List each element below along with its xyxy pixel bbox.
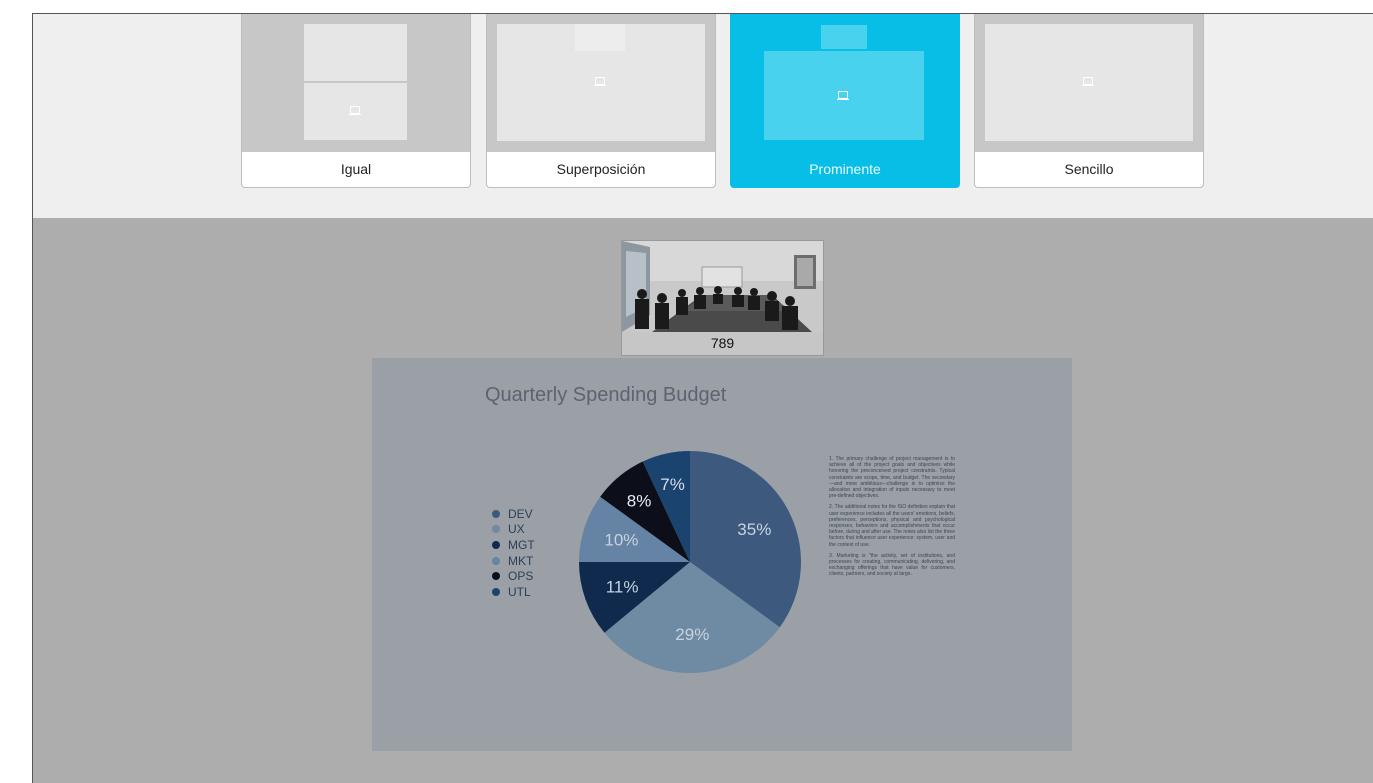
pie-label: 11% xyxy=(606,577,639,596)
slide-note: 3. Marketing is "the activity, set of in… xyxy=(829,552,955,578)
preview-pane xyxy=(304,24,407,81)
participant-thumbnail[interactable]: 789 xyxy=(621,240,824,356)
slide-notes: 1. The primary challenge of project mana… xyxy=(829,456,955,583)
slide-note: 2. The additional notes for the ISO defi… xyxy=(829,504,955,548)
meeting-room-image xyxy=(622,241,823,332)
layout-preview xyxy=(487,14,715,152)
legend-item: UTL xyxy=(492,584,535,600)
legend-swatch xyxy=(492,587,500,596)
legend-label: UX xyxy=(508,522,525,537)
video-layout-window: Igual Superposición Prominente Sencillo … xyxy=(32,13,1373,783)
legend-item: OPS xyxy=(492,568,535,584)
legend-swatch xyxy=(492,540,500,549)
layout-preview xyxy=(242,14,470,152)
pie-label: 29% xyxy=(675,625,709,644)
legend-label: DEV xyxy=(508,506,533,521)
pie-label: 8% xyxy=(627,491,652,510)
chart-legend: DEV UX MGT MKT OPS UTL xyxy=(492,506,535,600)
layout-option-overlay[interactable]: Superposición xyxy=(486,14,716,188)
layout-preview xyxy=(975,14,1203,152)
layout-preview xyxy=(731,14,959,152)
laptop-icon xyxy=(349,106,361,115)
layout-option-label: Igual xyxy=(242,152,470,187)
laptop-icon xyxy=(594,77,606,86)
legend-item: DEV xyxy=(492,506,535,522)
pie-label: 10% xyxy=(604,531,638,550)
legend-label: UTL xyxy=(508,584,531,599)
laptop-icon xyxy=(1082,77,1094,86)
legend-label: MGT xyxy=(508,537,535,552)
slide-note: 1. The primary challenge of project mana… xyxy=(829,456,955,500)
preview-pane xyxy=(304,83,407,140)
legend-label: OPS xyxy=(508,569,534,584)
layout-option-equal[interactable]: Igual xyxy=(241,14,471,188)
pie-label: 35% xyxy=(737,520,771,539)
legend-label: MKT xyxy=(508,553,534,568)
layout-option-label: Sencillo xyxy=(975,152,1203,187)
pie-chart: 35% 29% 11% 10% 8% 7% xyxy=(579,451,801,673)
layout-option-label: Prominente xyxy=(731,152,959,187)
legend-swatch xyxy=(492,572,500,581)
layout-option-label: Superposición xyxy=(487,152,715,187)
layout-option-single[interactable]: Sencillo xyxy=(974,14,1204,188)
legend-item: MKT xyxy=(492,553,535,569)
legend-swatch xyxy=(492,509,500,518)
preview-pane xyxy=(764,51,924,140)
laptop-icon xyxy=(837,91,849,100)
preview-small-pane xyxy=(821,25,867,49)
slide-title: Quarterly Spending Budget xyxy=(485,384,727,406)
pie-label: 7% xyxy=(660,475,685,494)
layout-selector-bar: Igual Superposición Prominente Sencillo xyxy=(33,14,1373,219)
video-stage: 789 Quarterly Spending Budget DEV UX MGT MK… xyxy=(33,218,1373,783)
layout-option-prominent[interactable]: Prominente xyxy=(730,14,960,188)
participant-name: 789 xyxy=(622,332,823,355)
shared-presentation: Quarterly Spending Budget DEV UX MGT MKT OPS… xyxy=(372,358,1072,751)
preview-pane xyxy=(985,24,1193,141)
legend-item: MGT xyxy=(492,537,535,553)
legend-swatch xyxy=(492,556,500,565)
legend-item: UX xyxy=(492,522,535,538)
preview-overlay-pane xyxy=(575,24,625,51)
legend-swatch xyxy=(492,525,500,534)
